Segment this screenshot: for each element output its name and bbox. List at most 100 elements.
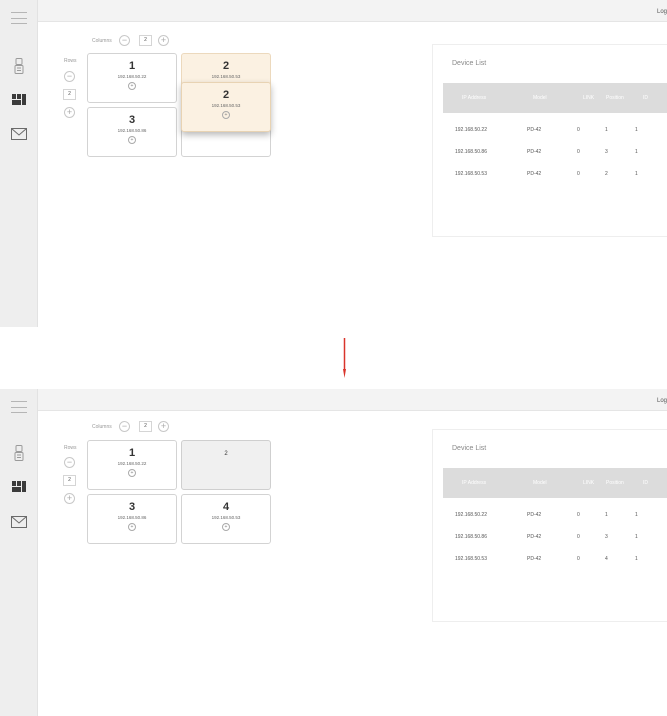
tile-number: 1: [128, 447, 136, 459]
locate-icon[interactable]: +: [222, 111, 230, 119]
device-list-panel: Device List IP Address Model LINK Positi…: [432, 44, 667, 237]
dragging-tile-2[interactable]: 2 192.168.50.53 +: [181, 82, 271, 132]
mail-icon[interactable]: [0, 123, 38, 145]
top-bar: Log: [38, 0, 667, 22]
tile-ip: 192.168.50.86: [117, 515, 147, 520]
grid-layout-icon[interactable]: [0, 475, 38, 497]
device-list-title: Device List: [452, 60, 487, 67]
sidebar: [0, 0, 38, 327]
grid-layout-icon[interactable]: [0, 88, 38, 110]
menu-icon[interactable]: [11, 401, 27, 413]
columns-decrement-button[interactable]: −: [119, 35, 130, 46]
row-position: 1: [605, 512, 608, 518]
row-position: 2: [605, 171, 608, 177]
device-icon[interactable]: [0, 442, 38, 464]
columns-increment-button[interactable]: +: [158, 421, 169, 432]
row-position: 3: [605, 534, 608, 540]
row-position: 1: [605, 127, 608, 133]
col-model[interactable]: Model: [533, 480, 547, 486]
columns-label: Columns: [92, 424, 112, 430]
tile-number: 1: [128, 60, 136, 72]
tile-number: 3: [128, 114, 136, 126]
sidebar: [0, 389, 38, 716]
transition-arrow-icon: [343, 338, 346, 378]
grid-tile-3[interactable]: 3 192.168.50.86 +: [87, 494, 177, 544]
row-model: PD-42: [527, 171, 542, 177]
col-position[interactable]: Position: [606, 95, 624, 101]
col-ip-address[interactable]: IP Address: [462, 95, 486, 101]
device-list-header: IP Address Model LINK Position ID: [443, 83, 667, 113]
device-icon[interactable]: [0, 55, 38, 77]
menu-icon[interactable]: [11, 12, 27, 24]
rows-increment-button[interactable]: +: [64, 493, 75, 504]
tile-number: 3: [128, 501, 136, 513]
tile-number: 2: [224, 451, 228, 457]
columns-increment-button[interactable]: +: [158, 35, 169, 46]
row-ip: 192.168.50.53: [455, 171, 487, 177]
col-ip-address[interactable]: IP Address: [462, 480, 486, 486]
tile-number: 2: [222, 60, 230, 72]
col-id[interactable]: ID: [643, 95, 648, 101]
locate-icon[interactable]: +: [128, 469, 136, 477]
logout-link[interactable]: Log: [657, 398, 667, 404]
row-id: 1: [635, 171, 638, 177]
row-ip: 192.168.50.86: [455, 149, 487, 155]
row-id: 1: [635, 534, 638, 540]
tile-number: 4: [222, 501, 230, 513]
device-list-title: Device List: [452, 445, 487, 452]
row-id: 1: [635, 512, 638, 518]
col-position[interactable]: Position: [606, 480, 624, 486]
row-id: 1: [635, 556, 638, 562]
rows-decrement-button[interactable]: −: [64, 71, 75, 82]
locate-icon[interactable]: +: [128, 136, 136, 144]
tile-ip: 192.168.50.22: [117, 461, 147, 466]
grid-tile-1[interactable]: 1 192.168.50.22 +: [87, 53, 177, 103]
col-id[interactable]: ID: [643, 480, 648, 486]
columns-label: Columns: [92, 38, 112, 44]
col-link[interactable]: LINK: [583, 480, 594, 486]
device-list-panel: Device List IP Address Model LINK Positi…: [432, 429, 667, 622]
tile-ip: 192.168.50.22: [117, 74, 147, 79]
rows-value[interactable]: 2: [63, 475, 76, 486]
tile-ip: 192.168.50.53: [211, 74, 241, 79]
row-position: 3: [605, 149, 608, 155]
rows-increment-button[interactable]: +: [64, 107, 75, 118]
col-link[interactable]: LINK: [583, 95, 594, 101]
rows-label: Rows: [64, 58, 77, 64]
grid-tile-3[interactable]: 3 192.168.50.86 +: [87, 107, 177, 157]
device-list-header: IP Address Model LINK Position ID: [443, 468, 667, 498]
after-screen: Log Columns − 2 + Rows − 2 + 1 192.168.5…: [0, 389, 667, 716]
row-position: 4: [605, 556, 608, 562]
row-link: 0: [577, 127, 580, 133]
grid-tile-4[interactable]: 4 192.168.50.53 +: [181, 494, 271, 544]
row-link: 0: [577, 556, 580, 562]
row-model: PD-42: [527, 556, 542, 562]
grid-tile-1[interactable]: 1 192.168.50.22 +: [87, 440, 177, 490]
row-model: PD-42: [527, 127, 542, 133]
row-id: 1: [635, 149, 638, 155]
top-bar: Log: [38, 389, 667, 411]
rows-value[interactable]: 2: [63, 89, 76, 100]
row-link: 0: [577, 534, 580, 540]
col-model[interactable]: Model: [533, 95, 547, 101]
row-link: 0: [577, 171, 580, 177]
logout-link[interactable]: Log: [657, 9, 667, 15]
row-ip: 192.168.50.22: [455, 512, 487, 518]
row-model: PD-42: [527, 512, 542, 518]
columns-value[interactable]: 2: [139, 421, 152, 432]
tile-number: 2: [222, 89, 230, 101]
locate-icon[interactable]: +: [222, 523, 230, 531]
tile-ip: 192.168.50.53: [211, 103, 241, 108]
mail-icon[interactable]: [0, 511, 38, 533]
row-ip: 192.168.50.22: [455, 127, 487, 133]
locate-icon[interactable]: +: [128, 82, 136, 90]
rows-decrement-button[interactable]: −: [64, 457, 75, 468]
locate-icon[interactable]: +: [128, 523, 136, 531]
row-ip: 192.168.50.86: [455, 534, 487, 540]
columns-decrement-button[interactable]: −: [119, 421, 130, 432]
tile-ip: 192.168.50.53: [211, 515, 241, 520]
rows-label: Rows: [64, 445, 77, 451]
columns-value[interactable]: 2: [139, 35, 152, 46]
tile-ip: 192.168.50.86: [117, 128, 147, 133]
grid-tile-2-empty[interactable]: 2: [181, 440, 271, 490]
